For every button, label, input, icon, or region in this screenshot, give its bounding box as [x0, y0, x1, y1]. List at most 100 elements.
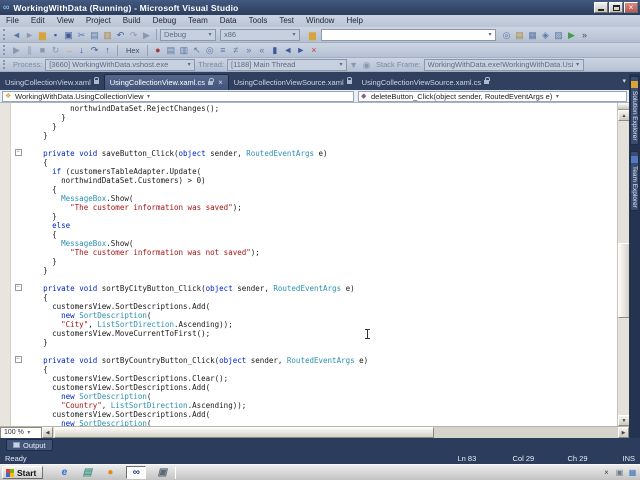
- cut-icon[interactable]: ✂: [75, 29, 88, 41]
- collapse-box[interactable]: −: [14, 356, 22, 363]
- media-player-icon[interactable]: ●: [103, 466, 117, 479]
- outline-margin[interactable]: − − −: [11, 103, 25, 426]
- find-combo[interactable]: ▾: [321, 28, 496, 41]
- navigate-forward-icon[interactable]: ►: [23, 29, 36, 41]
- side-tab-solution-explorer[interactable]: Solution Explorer: [630, 76, 639, 145]
- output-panel-tab[interactable]: Output: [6, 439, 53, 451]
- thread-combo[interactable]: [1188] Main Thread ▾: [227, 58, 348, 71]
- toggle-bookmark-icon[interactable]: ▮: [268, 44, 281, 56]
- properties-window-icon[interactable]: ▦: [526, 29, 539, 41]
- toolbar-grip[interactable]: [3, 59, 7, 70]
- code-lines[interactable]: northwindDataSet.RejectChanges(); } } } …: [25, 103, 629, 426]
- tray-network-icon[interactable]: ▦: [628, 468, 637, 477]
- navigate-backward-icon[interactable]: ◄: [10, 29, 23, 41]
- step-into-icon[interactable]: ↓: [75, 44, 88, 56]
- minimize-button[interactable]: [594, 2, 608, 13]
- side-tab-team-explorer[interactable]: Team Explorer: [630, 150, 639, 212]
- show-desktop-icon[interactable]: ▤: [80, 466, 94, 479]
- pointer-icon[interactable]: ↖: [190, 44, 203, 56]
- thread-filter-icon[interactable]: ▼: [347, 59, 360, 71]
- maximize-button[interactable]: [609, 2, 623, 13]
- uncomment-icon[interactable]: ≠: [229, 44, 242, 56]
- scroll-down-button[interactable]: ▼: [618, 415, 629, 426]
- find-symbol-icon[interactable]: ◎: [203, 44, 216, 56]
- vertical-scroll-thumb[interactable]: [618, 243, 629, 318]
- zoom-combo[interactable]: 100 % ▾: [0, 426, 42, 439]
- redo-icon[interactable]: ↷: [127, 29, 140, 41]
- continue-icon[interactable]: ▶: [10, 44, 23, 56]
- document-tab[interactable]: UsingCollectionViewSource.xaml: [229, 74, 357, 90]
- hex-toggle-button[interactable]: Hex: [121, 44, 144, 56]
- tray-status-icon[interactable]: ×: [602, 468, 611, 477]
- collapse-box[interactable]: −: [14, 284, 22, 291]
- flag-threads-icon[interactable]: ◉: [360, 59, 373, 71]
- start-button[interactable]: Start: [2, 466, 44, 479]
- find-in-files-icon[interactable]: ◎: [500, 29, 513, 41]
- step-over-icon[interactable]: ↷: [88, 44, 101, 56]
- app-window-icon[interactable]: ▣: [155, 466, 169, 479]
- start-debugging-icon[interactable]: ▶: [140, 29, 153, 41]
- add-item-icon[interactable]: ▆: [306, 29, 319, 41]
- toolbox-icon[interactable]: ▨: [552, 29, 565, 41]
- visual-studio-icon[interactable]: ∞: [126, 466, 147, 479]
- menu-item-file[interactable]: File: [0, 15, 25, 27]
- open-file-icon[interactable]: ▆: [36, 29, 49, 41]
- code-editor[interactable]: − − − northwindDataSet.RejectChanges(); } …: [0, 103, 629, 426]
- menu-item-build[interactable]: Build: [117, 15, 147, 27]
- output-window-icon[interactable]: ▤: [164, 44, 177, 56]
- menu-item-team[interactable]: Team: [182, 15, 214, 27]
- toolbar-options-icon[interactable]: »: [578, 29, 591, 41]
- close-button[interactable]: ×: [624, 2, 638, 13]
- horizontal-scrollbar[interactable]: [53, 426, 618, 439]
- toolbar-grip[interactable]: [3, 45, 7, 55]
- paste-icon[interactable]: ▥: [101, 29, 114, 41]
- copy-icon[interactable]: ▤: [88, 29, 101, 41]
- menu-item-window[interactable]: Window: [300, 15, 340, 27]
- immediate-window-icon[interactable]: ▥: [177, 44, 190, 56]
- split-handle[interactable]: [618, 103, 629, 110]
- step-out-icon[interactable]: ↑: [101, 44, 114, 56]
- members-combo[interactable]: ◆ deleteButton_Click(object sender, Rout…: [358, 91, 627, 102]
- document-tab[interactable]: UsingCollectionView.xaml: [0, 74, 104, 90]
- break-all-icon[interactable]: ∥: [23, 44, 36, 56]
- menu-item-test[interactable]: Test: [273, 15, 300, 27]
- types-combo[interactable]: ❖ WorkingWithData.UsingCollectionView ▾: [2, 91, 354, 102]
- restart-icon[interactable]: ↻: [49, 44, 62, 56]
- comment-icon[interactable]: ≡: [216, 44, 229, 56]
- next-bookmark-icon[interactable]: ►: [294, 44, 307, 56]
- prev-bookmark-icon[interactable]: ◄: [281, 44, 294, 56]
- horizontal-scroll-thumb[interactable]: [54, 426, 434, 438]
- menu-item-data[interactable]: Data: [214, 15, 243, 27]
- tab-list-dropdown[interactable]: ▾: [622, 77, 626, 85]
- document-tab[interactable]: UsingCollectionViewSource.xaml.cs: [357, 74, 495, 90]
- platform-combo[interactable]: x86 ▾: [220, 28, 300, 41]
- save-all-icon[interactable]: ▣: [62, 29, 75, 41]
- indent-icon[interactable]: »: [242, 44, 255, 56]
- tray-display-icon[interactable]: ▣: [615, 468, 624, 477]
- menu-item-debug[interactable]: Debug: [147, 15, 183, 27]
- toolbar-grip[interactable]: [3, 29, 7, 40]
- save-icon[interactable]: ▪: [49, 29, 62, 41]
- menu-item-tools[interactable]: Tools: [243, 15, 274, 27]
- menu-item-edit[interactable]: Edit: [25, 15, 51, 27]
- menu-item-project[interactable]: Project: [80, 15, 117, 27]
- solution-explorer-icon[interactable]: ▤: [513, 29, 526, 41]
- process-combo[interactable]: [3660] WorkingWithData.vshost.exe ▾: [45, 58, 196, 71]
- breakpoints-window-icon[interactable]: ●: [151, 44, 164, 56]
- scroll-right-button[interactable]: ▶: [618, 427, 629, 438]
- clear-bookmarks-icon[interactable]: ×: [307, 44, 320, 56]
- internet-explorer-icon[interactable]: e: [57, 466, 71, 479]
- menu-item-view[interactable]: View: [51, 15, 80, 27]
- tab-close-icon[interactable]: ×: [218, 78, 223, 87]
- extension-manager-icon[interactable]: ▶: [565, 29, 578, 41]
- scroll-left-button[interactable]: ◀: [42, 427, 53, 438]
- show-next-statement-icon[interactable]: →: [62, 44, 75, 56]
- breakpoint-margin[interactable]: [0, 103, 11, 426]
- scroll-up-button[interactable]: ▲: [618, 110, 629, 121]
- vertical-scrollbar[interactable]: ▲ ▼: [617, 103, 629, 426]
- stop-debugging-icon[interactable]: ■: [36, 44, 49, 56]
- menu-item-help[interactable]: Help: [340, 15, 368, 27]
- collapse-box[interactable]: −: [14, 149, 22, 156]
- outdent-icon[interactable]: «: [255, 44, 268, 56]
- undo-icon[interactable]: ↶: [114, 29, 127, 41]
